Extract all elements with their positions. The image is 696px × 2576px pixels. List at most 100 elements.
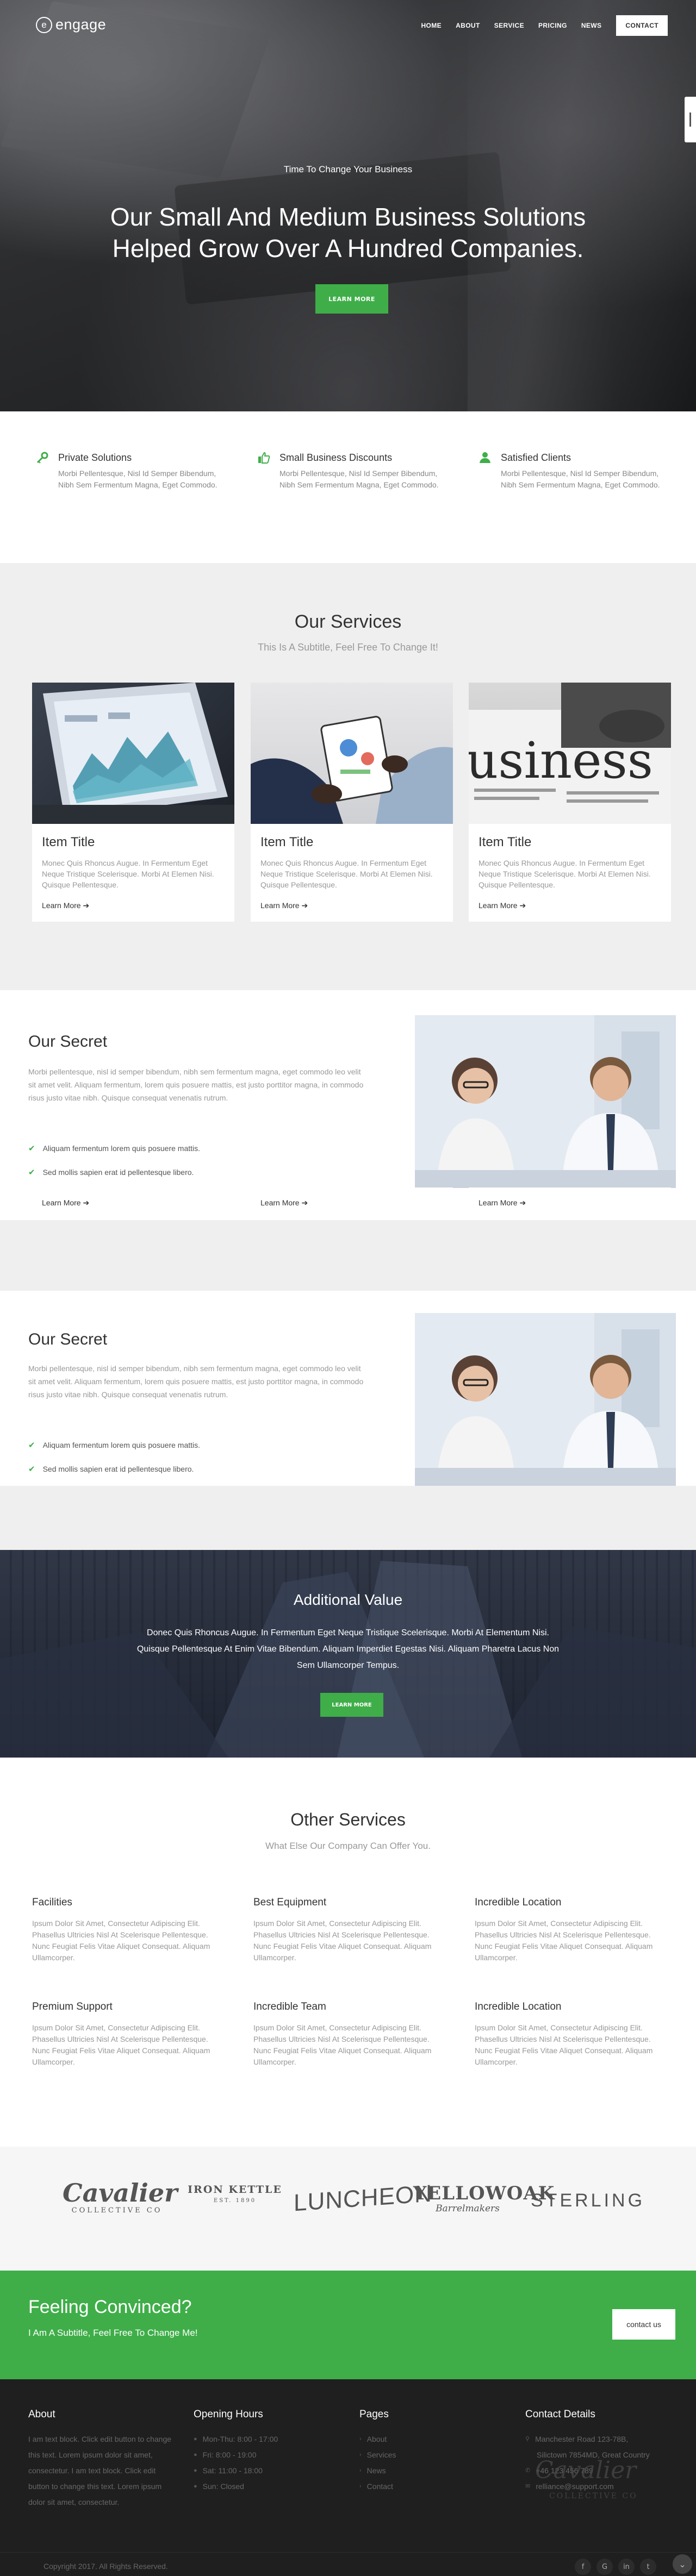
logo-sterling[interactable]: STERLING bbox=[531, 2190, 645, 2211]
footer-link-news[interactable]: › News bbox=[359, 2463, 501, 2479]
address-text: Manchester Road 123-78B, bbox=[535, 2435, 629, 2443]
logo-iron-kettle[interactable]: IRON KETTLE EST. 1890 bbox=[181, 2184, 289, 2204]
check-item: ✔ Sed mollis sapien erat id pellentesque … bbox=[28, 1464, 194, 1474]
card-image-laptop-chart bbox=[32, 683, 234, 824]
nav-pricing[interactable]: PRICING bbox=[531, 22, 574, 29]
arrow-right-icon: ➔ bbox=[301, 901, 308, 910]
chevron-right-icon: › bbox=[359, 2452, 362, 2458]
site-logo[interactable]: e engage bbox=[36, 16, 106, 33]
hero-learn-more-button[interactable]: LEARN MORE bbox=[315, 284, 388, 314]
secret-photo-business-people bbox=[415, 1015, 676, 1188]
footer-hours-title: Opening Hours bbox=[194, 2409, 263, 2420]
hero-title: Our Small And Medium Business Solutions … bbox=[110, 203, 586, 262]
nav-about[interactable]: ABOUT bbox=[449, 22, 487, 29]
phone-icon: ✆ bbox=[525, 2467, 531, 2474]
map-pin-icon: ⚲ bbox=[525, 2436, 530, 2442]
strip-learn-more-link[interactable]: Learn More ➔ bbox=[260, 1198, 308, 1208]
user-check-icon bbox=[478, 451, 493, 465]
footer-link-about[interactable]: › About bbox=[359, 2431, 501, 2447]
logo-text: engage bbox=[55, 16, 107, 33]
other-service-text: Ipsum Dolor Sit Amet, Consectetur Adipis… bbox=[475, 2023, 653, 2066]
copyright: Copyright 2017. All Rights Reserved. bbox=[44, 2562, 168, 2571]
cta-contact-button[interactable]: contact us bbox=[612, 2309, 675, 2340]
key-icon bbox=[36, 451, 50, 465]
logo-yellowoak-sub: Barrelmakers bbox=[436, 2203, 500, 2214]
bullet-icon: ● bbox=[194, 2467, 197, 2474]
card-title: Item Title bbox=[478, 835, 532, 849]
footer-hours-item: ● Fri: 8:00 - 19:00 bbox=[194, 2447, 346, 2463]
logo-cavalier-sub: COLLECTIVE CO bbox=[71, 2206, 163, 2215]
other-service-item: Facilities Ipsum Dolor Sit Amet, Consect… bbox=[32, 1897, 228, 1964]
cta-section bbox=[0, 2271, 696, 2379]
service-card: Item Title Monec Quis Rhoncus Augue. In … bbox=[251, 683, 453, 922]
learn-more-label: Learn More bbox=[260, 1198, 300, 1207]
learn-more-label: Learn More bbox=[42, 1198, 81, 1207]
hours-text: Sat: 11:00 - 18:00 bbox=[202, 2466, 263, 2475]
footer-link-services[interactable]: › Services bbox=[359, 2447, 501, 2463]
section-divider-band bbox=[0, 1486, 696, 1550]
logo-yellowoak[interactable]: YELLOWOAK Barrelmakers bbox=[413, 2183, 555, 2214]
chevron-right-icon: › bbox=[359, 2436, 362, 2442]
secret-text: Morbi pellentesque, nisl id semper biben… bbox=[28, 1364, 364, 1399]
nav-home[interactable]: HOME bbox=[414, 22, 449, 29]
section-divider-band bbox=[0, 1220, 696, 1291]
footer-link-label: Contact bbox=[366, 2482, 393, 2491]
facebook-icon[interactable]: f bbox=[575, 2559, 591, 2575]
hours-text: Mon-Thu: 8:00 - 17:00 bbox=[202, 2435, 278, 2443]
side-settings-tab[interactable] bbox=[685, 97, 696, 142]
check-item: ✔ Aliquam fermentum lorem quis posuere ma… bbox=[28, 1440, 200, 1450]
card-bottom-strip: Learn More ➔ bbox=[251, 1187, 453, 1220]
other-service-item: Incredible Location Ipsum Dolor Sit Amet… bbox=[475, 1897, 670, 1964]
bullet-icon: ● bbox=[194, 2483, 197, 2490]
twitter-icon[interactable]: t bbox=[640, 2559, 656, 2575]
logo-cavalier[interactable]: Cavalier COLLECTIVE CO bbox=[63, 2179, 177, 2215]
footer-divider bbox=[0, 2552, 696, 2553]
scroll-top-chevron-icon[interactable]: ⌄ bbox=[673, 2554, 692, 2574]
check-icon: ✔ bbox=[28, 1465, 35, 1474]
check-label: Sed mollis sapien erat id pellentesque l… bbox=[42, 1465, 194, 1473]
linkedin-icon[interactable]: in bbox=[618, 2559, 635, 2575]
cta-subtitle: I Am A Subtitle, Feel Free To Change Me! bbox=[28, 2328, 198, 2338]
secret-text: Morbi pellentesque, nisl id semper biben… bbox=[28, 1067, 364, 1102]
services-title: Our Services bbox=[294, 611, 402, 632]
other-service-text: Ipsum Dolor Sit Amet, Consectetur Adipis… bbox=[253, 2023, 432, 2066]
additional-value-title: Additional Value bbox=[293, 1591, 403, 1608]
logo-sterling-name: STERLING bbox=[531, 2190, 645, 2211]
logo-mark: e bbox=[36, 16, 52, 33]
check-icon: ✔ bbox=[28, 1441, 35, 1450]
check-icon: ✔ bbox=[28, 1168, 35, 1177]
learn-more-label: Learn More bbox=[478, 901, 518, 910]
additional-learn-more-button[interactable]: LEARN MORE bbox=[320, 1693, 383, 1717]
check-item: ✔ Sed mollis sapien erat id pellentesque … bbox=[28, 1167, 194, 1177]
card-text: Monec Quis Rhoncus Augue. In Fermentum E… bbox=[478, 859, 651, 889]
other-service-title: Incredible Team bbox=[253, 2001, 326, 2012]
footer-watermark-logo: Cavalier bbox=[535, 2456, 637, 2484]
logo-yellowoak-name: YELLOWOAK bbox=[413, 2183, 555, 2204]
nav-contact-button[interactable]: CONTACT bbox=[616, 15, 668, 36]
check-icon: ✔ bbox=[28, 1144, 35, 1153]
logo-luncheon[interactable]: LUNCHEON bbox=[294, 2180, 432, 2217]
google-plus-icon[interactable]: G bbox=[596, 2559, 613, 2575]
secret-title: Our Secret bbox=[28, 1033, 108, 1051]
other-service-title: Best Equipment bbox=[253, 1897, 327, 1908]
footer-link-contact[interactable]: › Contact bbox=[359, 2479, 501, 2494]
chevron-right-icon: › bbox=[359, 2467, 362, 2474]
nav-service[interactable]: SERVICE bbox=[487, 22, 531, 29]
card-bottom-strip: Learn More ➔ bbox=[469, 1187, 671, 1220]
card-learn-more-link[interactable]: Learn More ➔ bbox=[260, 901, 308, 910]
card-learn-more-link[interactable]: Learn More ➔ bbox=[478, 901, 526, 910]
strip-learn-more-link[interactable]: Learn More ➔ bbox=[42, 1198, 89, 1208]
footer-about-title: About bbox=[28, 2409, 55, 2420]
card-text: Monec Quis Rhoncus Augue. In Fermentum E… bbox=[42, 859, 214, 889]
strip-learn-more-link[interactable]: Learn More ➔ bbox=[478, 1198, 526, 1208]
card-image-newspaper: usiness bbox=[469, 683, 671, 824]
other-service-item: Premium Support Ipsum Dolor Sit Amet, Co… bbox=[32, 2001, 228, 2068]
other-service-item: Best Equipment Ipsum Dolor Sit Amet, Con… bbox=[253, 1897, 449, 1964]
card-learn-more-link[interactable]: Learn More ➔ bbox=[42, 901, 89, 910]
bullet-icon: ● bbox=[194, 2436, 197, 2442]
other-service-item: Incredible Location Ipsum Dolor Sit Amet… bbox=[475, 2001, 670, 2068]
cta-title: Feeling Convinced? bbox=[28, 2297, 192, 2317]
service-card: Item Title Monec Quis Rhoncus Augue. In … bbox=[32, 683, 234, 922]
other-service-title: Incredible Location bbox=[475, 2001, 562, 2012]
nav-news[interactable]: NEWS bbox=[574, 22, 609, 29]
